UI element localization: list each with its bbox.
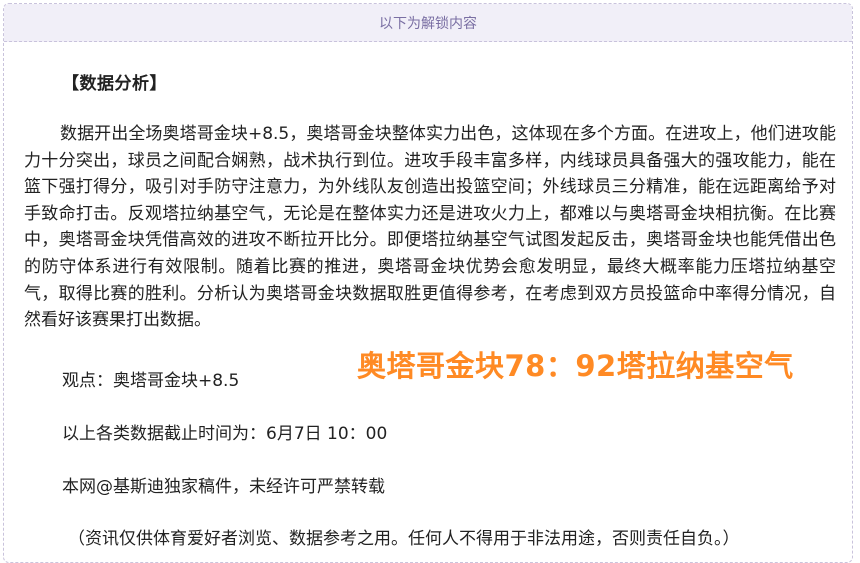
- disclaimer-text: （资讯仅供体育爱好者浏览、数据参考之用。任何人不得用于非法用途，否则责任自负。）: [68, 529, 740, 549]
- unlock-banner-label: 以下为解锁内容: [379, 15, 477, 32]
- viewpoint-line: 观点：奥塔哥金块+8.5: [62, 371, 240, 391]
- analysis-paragraph: 数据开出全场奥塔哥金块+8.5，奥塔哥金块整体实力出色，这体现在多个方面。在进攻…: [24, 124, 836, 331]
- score-overlay: 奥塔哥金块78：92塔拉纳基空气: [357, 349, 794, 383]
- data-cutoff-line: 以上各类数据截止时间为：6月7日 10：00: [62, 424, 388, 444]
- section-heading: 【数据分析】: [62, 74, 167, 94]
- unlocked-content-box: 以下为解锁内容 【数据分析】 数据开出全场奥塔哥金块+8.5，奥塔哥金块整体实力…: [3, 3, 853, 563]
- unlock-banner: 以下为解锁内容: [4, 4, 852, 42]
- copyright-notice: 本网@基斯迪独家稿件，未经许可严禁转载: [62, 477, 385, 497]
